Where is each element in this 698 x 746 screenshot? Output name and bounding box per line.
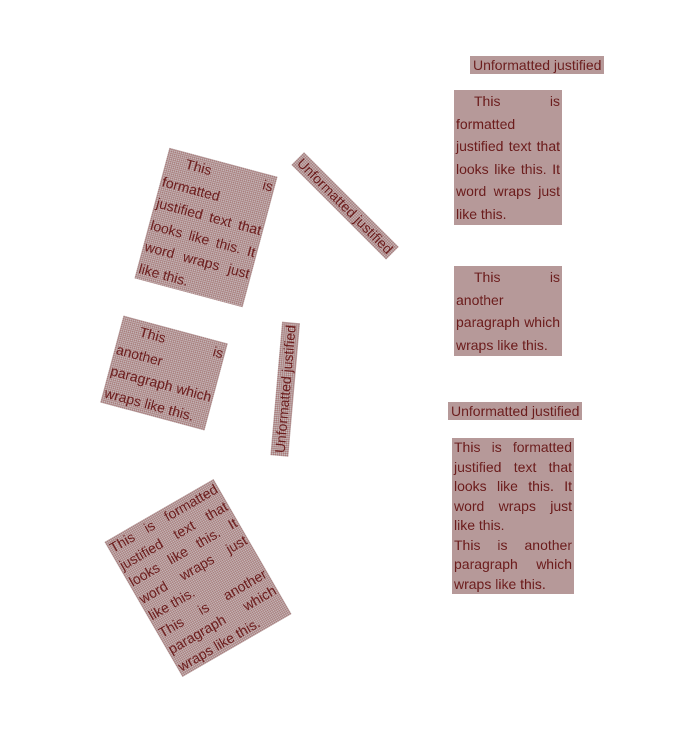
paragraph-rotated-combined: This is formatted justified text that lo… — [104, 478, 292, 678]
paragraph-rotated-2: This is another paragraph which wraps li… — [100, 315, 228, 431]
paragraph-text: This is another paragraph which wraps li… — [103, 323, 226, 424]
heading-rotated-diagonal: Unformatted justified — [291, 152, 400, 260]
paragraph-rotated-1: This is formatted justified text that lo… — [134, 147, 278, 308]
heading-rotated-vertical: Unformatted justified — [270, 321, 301, 457]
paragraph-text: This is formatted justified text that lo… — [456, 93, 560, 222]
paragraph-text: This is formatted justified text that lo… — [454, 439, 572, 533]
paragraph-text: This is another paragraph which wraps li… — [456, 269, 560, 353]
heading-right-top: Unformatted justified — [470, 56, 605, 74]
heading-right-middle: Unformatted justified — [448, 402, 583, 420]
paragraph-right-2: This is another paragraph which wraps li… — [454, 266, 562, 356]
paragraph-text: This is another paragraph which wraps li… — [454, 536, 572, 592]
paragraph-right-combined: This is formatted justified text that lo… — [452, 438, 574, 594]
paragraph-text: This is formatted justified text that lo… — [137, 155, 275, 289]
paragraph-right-1: This is formatted justified text that lo… — [454, 90, 562, 225]
